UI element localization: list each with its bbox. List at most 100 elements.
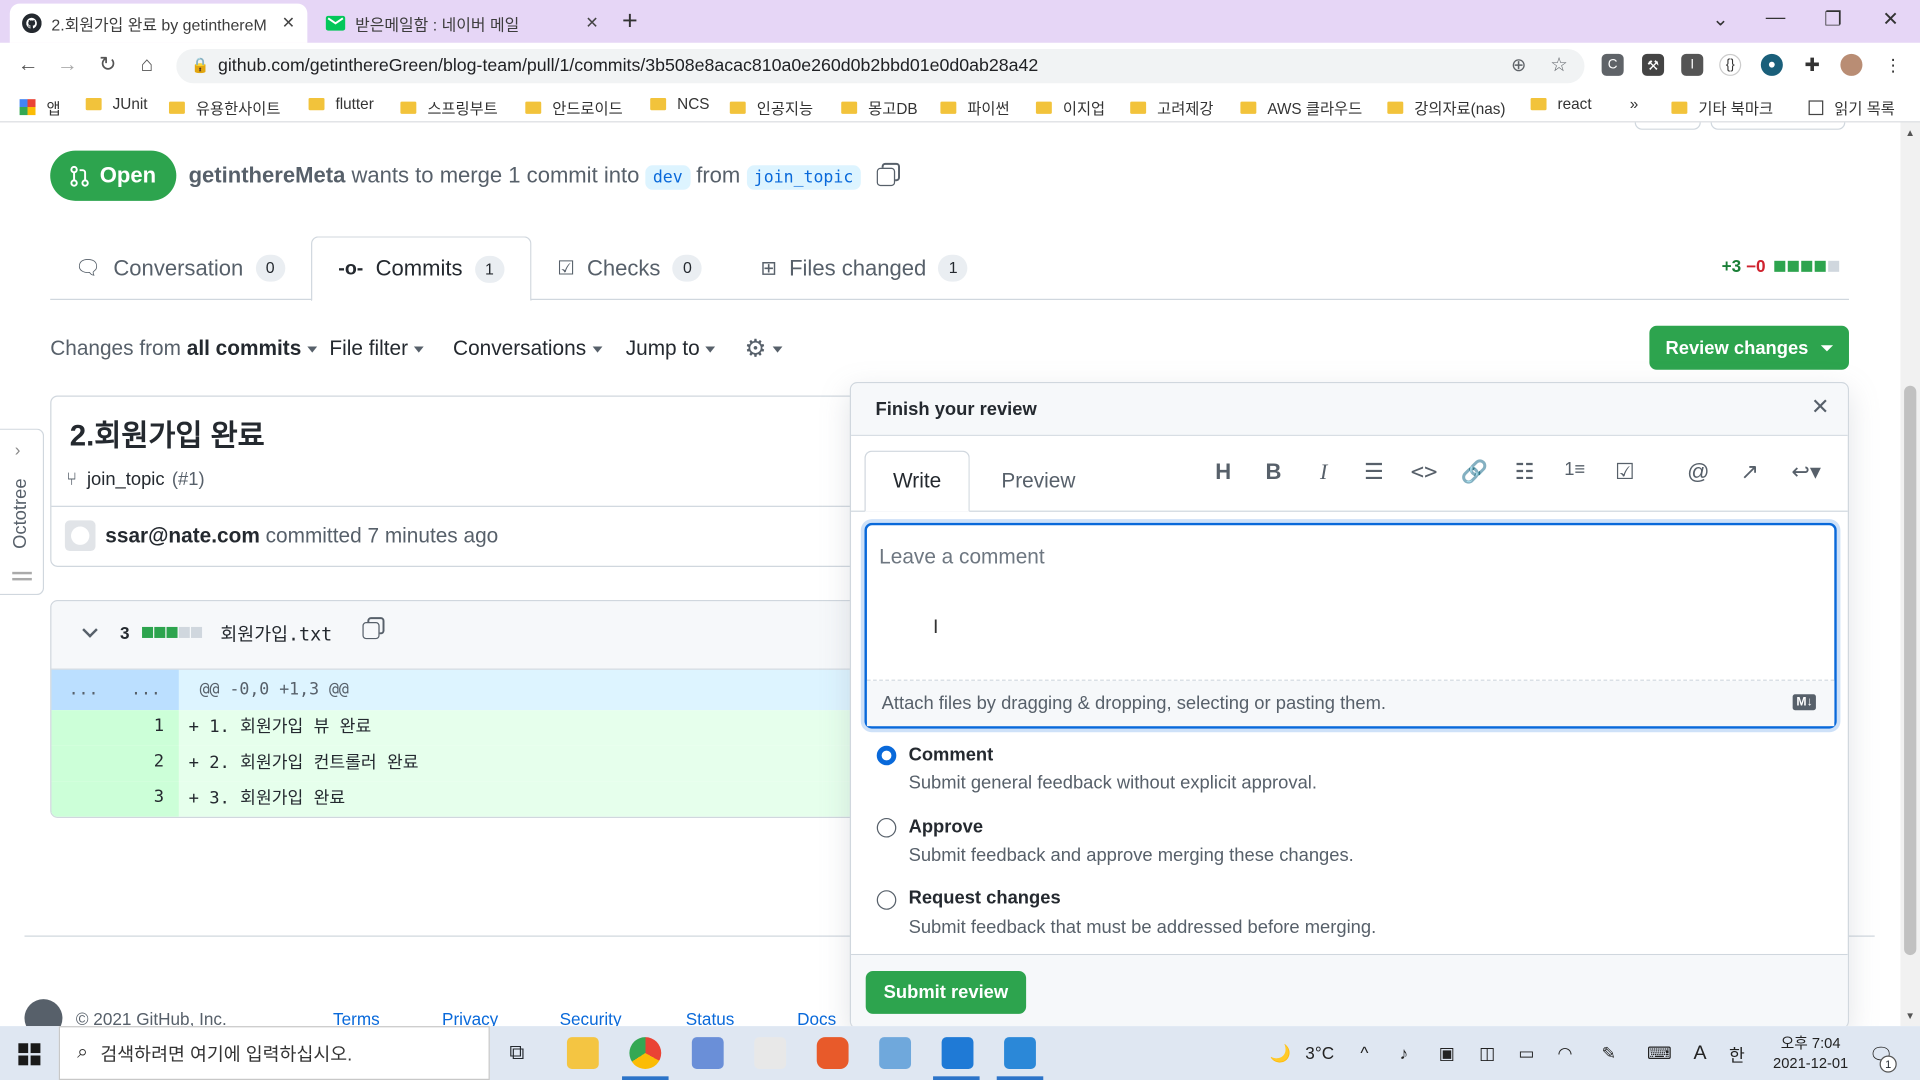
saved-replies-icon[interactable]: ↩▾: [1782, 459, 1831, 485]
footer-link-docs[interactable]: Docs: [797, 1009, 836, 1026]
chrome-icon[interactable]: [629, 1037, 662, 1069]
zoom-icon[interactable]: ⊕: [1511, 54, 1526, 76]
extensions-puzzle-icon[interactable]: ✚: [1801, 54, 1823, 76]
scrollbar-thumb[interactable]: [1904, 385, 1917, 956]
bold-icon[interactable]: B: [1256, 459, 1290, 485]
extension-i-icon[interactable]: I: [1681, 53, 1704, 76]
tab-conversation[interactable]: 🗨 Conversation 0: [75, 236, 285, 300]
app-icon[interactable]: [691, 1037, 724, 1069]
review-changes-button[interactable]: Review changes: [1649, 325, 1849, 370]
copy-icon[interactable]: [362, 622, 380, 640]
volume-icon[interactable]: ♪: [1400, 1043, 1409, 1063]
reference-icon[interactable]: ↗: [1733, 459, 1767, 485]
bookmark-folder[interactable]: NCS: [650, 96, 709, 113]
bookmark-folder[interactable]: 강의자료(nas): [1387, 96, 1505, 119]
bookmark-other[interactable]: 기타 북마크: [1671, 96, 1773, 119]
ime-mode[interactable]: 한: [1729, 1043, 1745, 1067]
bookmark-folder[interactable]: 파이썬: [940, 96, 1010, 119]
footer-link-terms[interactable]: Terms: [333, 1009, 380, 1026]
base-branch[interactable]: dev: [645, 165, 691, 190]
profile-avatar[interactable]: [1840, 53, 1863, 76]
octotree-sidebar-toggle[interactable]: › Octotree: [0, 428, 45, 596]
page-scrollbar[interactable]: ▲ ▼: [1900, 122, 1920, 1027]
bookmark-folder[interactable]: 이지업: [1035, 96, 1105, 119]
task-list-icon[interactable]: ☑: [1608, 459, 1642, 485]
app-icon[interactable]: [879, 1037, 912, 1069]
extension-tool-icon[interactable]: ⚒: [1642, 53, 1665, 76]
heading-icon[interactable]: H: [1206, 459, 1240, 485]
comment-radio[interactable]: [876, 745, 897, 766]
expand-down-icon[interactable]: ...: [131, 680, 161, 700]
bookmark-folder[interactable]: 안드로이드: [525, 96, 623, 119]
home-icon[interactable]: ⌂: [133, 53, 160, 77]
tab-commits[interactable]: -o- Commits 1: [311, 236, 532, 302]
preview-tab[interactable]: Preview: [987, 451, 1090, 512]
close-icon[interactable]: ✕: [282, 13, 295, 33]
window-close-icon[interactable]: ✕: [1872, 7, 1909, 31]
extension-c-icon[interactable]: C: [1601, 53, 1624, 76]
write-tab[interactable]: Write: [864, 450, 970, 512]
close-icon[interactable]: ✕: [1811, 394, 1829, 420]
windows-start-icon[interactable]: [18, 1043, 41, 1066]
bookmark-folder[interactable]: 유용한사이트: [168, 96, 280, 119]
close-icon[interactable]: ✕: [585, 13, 598, 33]
head-branch[interactable]: join_topic: [746, 165, 861, 190]
bookmark-folder[interactable]: AWS 클라우드: [1240, 96, 1362, 119]
bookmark-folder[interactable]: JUnit: [85, 96, 148, 113]
bookmark-folder[interactable]: 인공지능: [729, 96, 813, 119]
quote-icon[interactable]: ☰: [1357, 459, 1391, 485]
app-icon[interactable]: [754, 1037, 787, 1069]
extension-globe-icon[interactable]: ●: [1760, 53, 1783, 76]
bookmark-star-icon[interactable]: ☆: [1550, 53, 1568, 77]
taskbar-search[interactable]: ⌕ 검색하려면 여기에 입력하십시오.: [58, 1026, 490, 1080]
address-bar[interactable]: 🔒 github.com/getinthereGreen/blog-team/p…: [176, 48, 1585, 84]
battery-icon[interactable]: ▭: [1518, 1043, 1534, 1064]
bookmark-folder[interactable]: 몽고DB: [841, 96, 918, 119]
input-language[interactable]: A: [1693, 1043, 1706, 1065]
clock[interactable]: 오후 7:04 2021-12-01: [1773, 1033, 1848, 1072]
comment-textarea[interactable]: Leave a comment I Attach files by draggi…: [864, 522, 1837, 729]
vscode-icon[interactable]: [941, 1037, 974, 1069]
tray-overflow-icon[interactable]: ^: [1360, 1043, 1368, 1063]
avatar[interactable]: [64, 520, 96, 552]
task-view-icon[interactable]: ⧉: [509, 1041, 524, 1065]
ordered-list-icon[interactable]: 1≡: [1558, 459, 1592, 480]
app-icon[interactable]: [816, 1037, 849, 1069]
request-changes-radio[interactable]: [876, 890, 897, 910]
bookmark-apps[interactable]: 앱: [19, 96, 61, 119]
app-icon[interactable]: [1004, 1037, 1036, 1069]
code-icon[interactable]: <>: [1407, 459, 1441, 485]
footer-link-status[interactable]: Status: [686, 1009, 735, 1026]
restore-icon[interactable]: ❐: [1815, 7, 1852, 31]
tab-files-changed[interactable]: ⊞ Files changed 1: [760, 236, 968, 300]
chevron-down-icon[interactable]: [82, 622, 98, 638]
network-icon[interactable]: ◠: [1558, 1043, 1573, 1064]
mention-icon[interactable]: @: [1681, 459, 1715, 485]
forward-icon[interactable]: →: [54, 53, 81, 77]
link-icon[interactable]: 🔗: [1457, 459, 1491, 485]
browser-tab-github[interactable]: 2.회원가입 완료 by getinthereM ✕: [9, 3, 308, 43]
copy-icon[interactable]: [876, 167, 895, 186]
changes-from-menu[interactable]: Changes from all commits: [50, 337, 318, 361]
github-logo-icon[interactable]: [24, 999, 63, 1027]
extension-json-icon[interactable]: {}: [1719, 53, 1742, 76]
unordered-list-icon[interactable]: ☷: [1507, 459, 1541, 485]
diff-settings-menu[interactable]: ⚙: [744, 333, 783, 364]
attach-files-bar[interactable]: Attach files by dragging & dropping, sel…: [866, 680, 1835, 727]
tab-checks[interactable]: ☑ Checks 0: [557, 236, 703, 300]
tray-app-icon[interactable]: ▣: [1439, 1043, 1455, 1064]
footer-link-privacy[interactable]: Privacy: [442, 1009, 498, 1026]
scroll-up-icon[interactable]: ▲: [1905, 127, 1915, 138]
bookmark-folder[interactable]: 고려제강: [1130, 96, 1213, 119]
reading-list[interactable]: 읽기 목록: [1808, 96, 1895, 119]
bookmark-folder[interactable]: 스프링부트: [400, 96, 498, 119]
pen-icon[interactable]: ✎: [1602, 1043, 1616, 1064]
file-explorer-icon[interactable]: [566, 1037, 599, 1069]
bookmark-folder[interactable]: flutter: [308, 96, 374, 113]
approve-radio[interactable]: [876, 817, 897, 838]
back-icon[interactable]: ←: [15, 53, 42, 77]
weather-icon[interactable]: 🌙: [1270, 1043, 1291, 1064]
expand-up-icon[interactable]: ...: [69, 680, 99, 700]
scroll-down-icon[interactable]: ▼: [1905, 1010, 1915, 1021]
jump-to-menu[interactable]: Jump to: [626, 337, 716, 361]
